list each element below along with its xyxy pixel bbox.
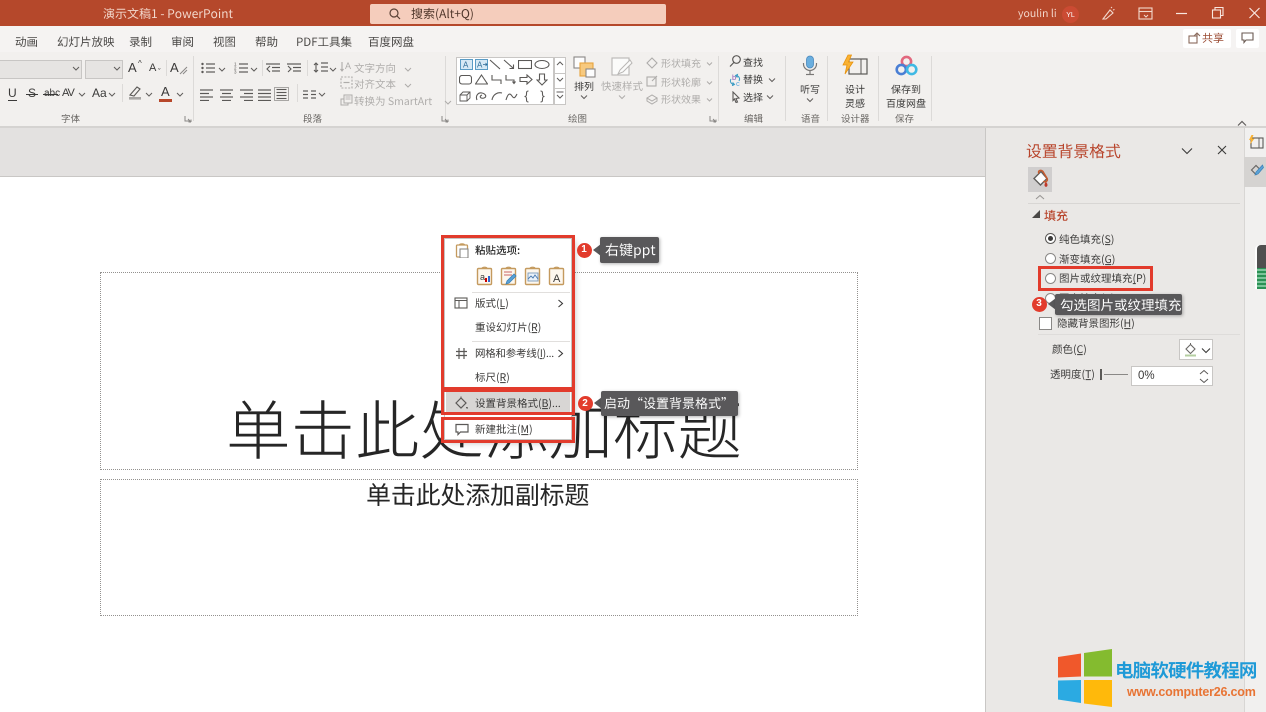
svg-text:A: A bbox=[345, 61, 351, 71]
svg-text:A: A bbox=[463, 61, 469, 70]
svg-text:3: 3 bbox=[234, 70, 237, 75]
svg-text:A: A bbox=[477, 61, 483, 70]
